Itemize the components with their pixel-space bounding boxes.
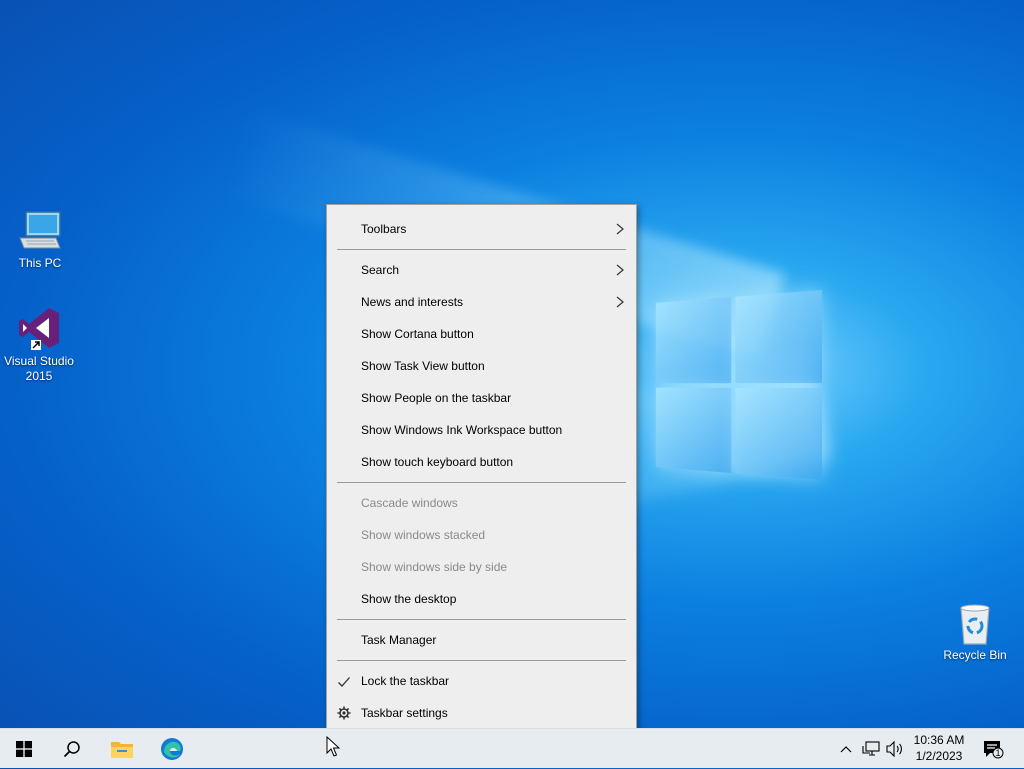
menu-item-label: Lock the taskbar [361,674,450,688]
menu-item-search[interactable]: Search [327,254,636,286]
search-icon [63,741,80,758]
menu-separator [337,660,626,661]
chevron-up-icon [840,746,852,753]
network-button[interactable] [860,729,882,769]
menu-item-show-ink-workspace[interactable]: Show Windows Ink Workspace button [327,414,636,446]
menu-item-taskbar-settings[interactable]: Taskbar settings [327,697,636,729]
notification-count-badge: 1 [995,748,1001,758]
menu-item-lock-taskbar[interactable]: Lock the taskbar [327,665,636,697]
taskbar-context-menu: Toolbars Search News and interests Show … [326,204,637,737]
taskbar-file-explorer[interactable] [98,729,146,769]
taskbar-edge-browser[interactable] [148,729,196,769]
action-center-button[interactable]: 1 [978,729,1008,769]
taskbar[interactable]: 10:36 AM 1/2/2023 1 [0,728,1024,768]
menu-separator [337,482,626,483]
menu-item-label: Taskbar settings [361,706,448,720]
menu-item-label: News and interests [361,295,464,309]
start-button[interactable] [0,729,48,769]
taskbar-clock[interactable]: 10:36 AM 1/2/2023 [905,732,973,764]
clock-time: 10:36 AM [913,733,965,747]
desktop-icon-label: This PC [18,256,62,270]
windows-start-icon [16,741,32,757]
menu-item-toolbars[interactable]: Toolbars [327,213,636,245]
menu-item-show-people[interactable]: Show People on the taskbar [327,382,636,414]
menu-item-show-windows-stacked: Show windows stacked [327,519,636,551]
clock-date: 1/2/2023 [915,749,963,763]
menu-item-cascade-windows: Cascade windows [327,487,636,519]
menu-item-label: Show the desktop [361,592,457,606]
menu-item-show-task-view[interactable]: Show Task View button [327,350,636,382]
chevron-right-icon [616,296,624,308]
menu-item-label: Show People on the taskbar [361,391,512,405]
visual-studio-icon [19,308,59,350]
speaker-icon [886,741,902,757]
menu-item-label: Show Cortana button [361,327,474,341]
desktop-icon-this-pc[interactable]: This PC [0,208,80,271]
chevron-right-icon [616,223,624,235]
menu-item-label: Show Task View button [361,359,485,373]
menu-separator [337,249,626,250]
desktop-icon-label: Visual Studio 2015 [4,354,74,383]
menu-item-label: Search [361,263,400,277]
menu-item-show-touch-keyboard[interactable]: Show touch keyboard button [327,446,636,478]
mouse-cursor-icon [326,736,340,757]
menu-item-label: Show Windows Ink Workspace button [361,423,563,437]
menu-item-show-cortana[interactable]: Show Cortana button [327,318,636,350]
volume-button[interactable] [884,729,906,769]
menu-item-show-desktop[interactable]: Show the desktop [327,583,636,615]
checkmark-icon [338,677,350,687]
menu-item-label: Cascade windows [361,496,458,510]
menu-item-task-manager[interactable]: Task Manager [327,624,636,656]
menu-item-label: Show windows stacked [361,528,486,542]
menu-item-label: Show windows side by side [361,560,508,574]
menu-separator [337,619,626,620]
desktop-icon-label: Recycle Bin [943,648,1007,662]
menu-item-label: Task Manager [361,633,437,647]
desktop-icon-recycle-bin[interactable]: Recycle Bin [935,602,1015,663]
menu-item-label: Toolbars [361,222,407,236]
desktop-icon-visual-studio[interactable]: Visual Studio 2015 [0,304,79,384]
recycle-bin-icon [960,604,990,645]
chevron-right-icon [616,264,624,276]
edge-browser-icon [161,738,183,760]
show-hidden-icons-button[interactable] [836,729,856,769]
menu-item-label: Show touch keyboard button [361,455,514,469]
menu-item-show-windows-side-by-side: Show windows side by side [327,551,636,583]
gear-icon [337,706,351,720]
wallpaper-windows-logo [655,290,822,480]
menu-item-news-and-interests[interactable]: News and interests [327,286,636,318]
network-icon [862,741,880,756]
computer-icon [19,211,61,249]
search-button[interactable] [48,729,96,769]
file-explorer-icon [111,742,133,758]
